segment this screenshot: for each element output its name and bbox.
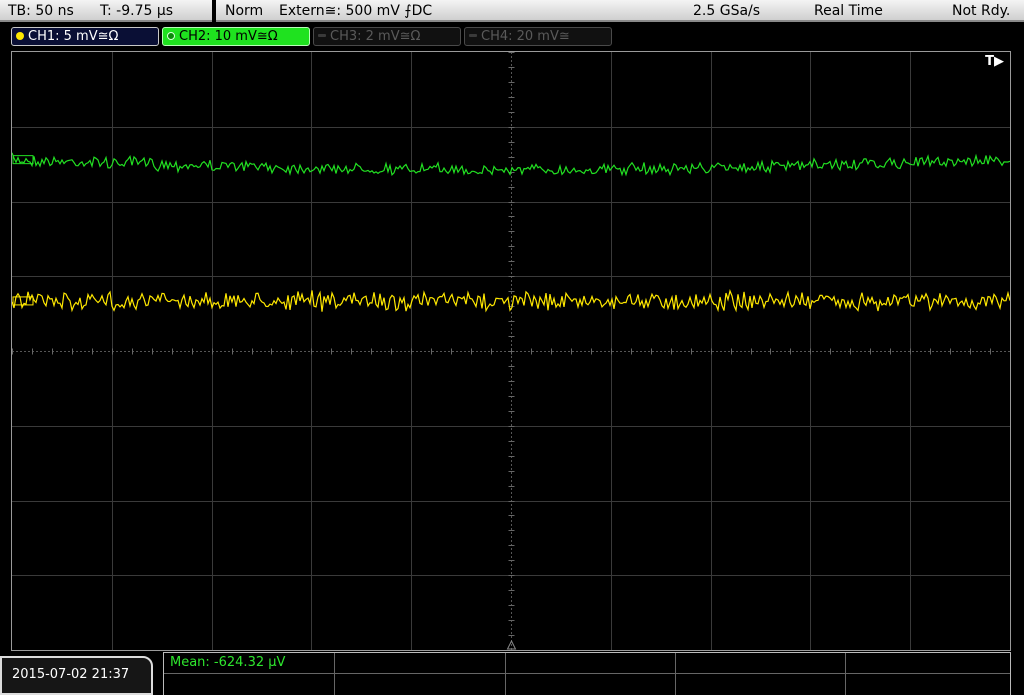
channel-tab-ch4[interactable]: CH4: 20 mV≅ [464,27,612,46]
measurement-cell[interactable] [846,674,1010,695]
channel-tab-ch2[interactable]: CH2: 10 mV≅Ω [162,27,310,46]
datetime-display: 2015-07-02 21:37 [0,656,153,695]
measurement-panel[interactable]: Mean: -624.32 µV [163,652,1011,695]
channel-tab-ch1[interactable]: CH1: 5 mV≅Ω [11,27,159,46]
measurement-cell[interactable] [676,653,846,674]
status-bar: TB: 50 ns T: -9.75 µs Norm Extern≅: 500 … [0,0,1024,24]
measurement-cell[interactable] [846,653,1010,674]
trigger-position-marker: T▶ [985,54,1004,69]
measurement-cell[interactable] [676,674,846,695]
measurement-mean: Mean: -624.32 µV [170,655,286,670]
acquisition-mode: Real Time [814,3,883,19]
channel-label: CH2: 10 mV≅Ω [179,29,278,44]
trigger-mode: Norm [225,3,264,19]
channel-label: CH3: 2 mV≅Ω [330,29,421,44]
measurement-cell[interactable] [506,653,676,674]
trigger-status: Not Rdy. [952,3,1011,19]
channel-off-icon [318,34,326,37]
sample-rate: 2.5 GSa/s [693,3,761,19]
measurement-cell[interactable] [335,653,506,674]
measurement-cell[interactable]: Mean: -624.32 µV [164,653,335,674]
datetime-text: 2015-07-02 21:37 [12,667,130,682]
channel-tab-ch3[interactable]: CH3: 2 mV≅Ω [313,27,461,46]
timebase-label: TB: 50 ns [8,3,74,19]
trigger-panel[interactable]: Norm Extern≅: 500 mV ⨍DC 2.5 GSa/s Real … [216,0,1024,22]
channel-off-icon [469,34,477,37]
channel-label: CH4: 20 mV≅ [481,29,570,44]
measurement-cell[interactable] [335,674,506,695]
trigger-time-label: T: -9.75 µs [100,3,174,19]
channel-on-icon [167,32,175,40]
channel-label: CH1: 5 mV≅Ω [28,29,119,44]
measurement-cell[interactable] [164,674,335,695]
oscilloscope-screen: TB: 50 ns T: -9.75 µs Norm Extern≅: 500 … [0,0,1024,695]
measurement-cell[interactable] [506,674,676,695]
graticule [12,52,1010,650]
trigger-source: Extern≅: 500 mV ⨍DC [279,3,433,19]
waveform-display[interactable]: T▶ [11,51,1011,651]
timebase-panel[interactable]: TB: 50 ns T: -9.75 µs [0,0,212,22]
channel-on-icon [16,32,24,40]
